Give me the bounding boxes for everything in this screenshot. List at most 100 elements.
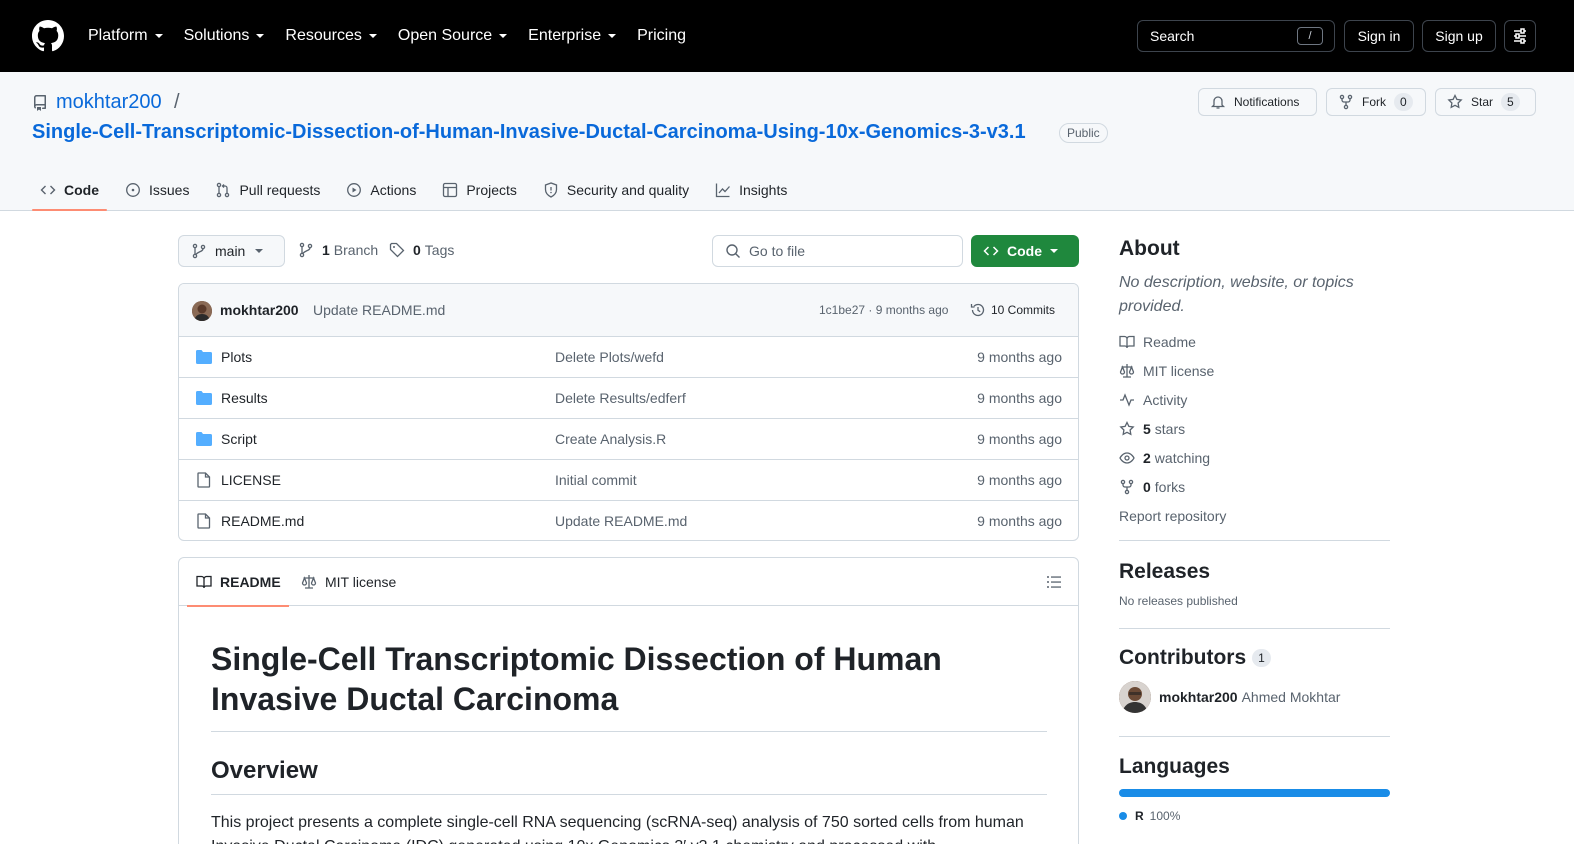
file-age: 9 months ago bbox=[977, 349, 1062, 365]
nav-label: Platform bbox=[88, 27, 148, 44]
watching-count: 2 bbox=[1143, 449, 1151, 466]
chevron-down-icon bbox=[1050, 249, 1058, 253]
nav-label: Pricing bbox=[637, 27, 686, 44]
shield-icon bbox=[544, 182, 558, 198]
sign-in-button[interactable]: Sign in bbox=[1344, 20, 1414, 52]
file-icon bbox=[197, 472, 211, 488]
nav-platform[interactable]: Platform bbox=[88, 24, 164, 48]
tab-pull-requests[interactable]: Pull requests bbox=[207, 170, 328, 210]
activity-link[interactable]: Activity bbox=[1119, 385, 1390, 414]
releases-heading[interactable]: Releases bbox=[1119, 560, 1390, 584]
file-name[interactable]: README.md bbox=[221, 513, 304, 529]
contributor-item[interactable]: mokhtar200 Ahmed Mokhtar bbox=[1119, 681, 1390, 713]
star-icon bbox=[1447, 94, 1463, 109]
branches-link[interactable]: 1 Branch bbox=[298, 242, 378, 258]
menu-button[interactable] bbox=[1504, 20, 1536, 52]
file-name[interactable]: LICENSE bbox=[221, 472, 281, 488]
file-row[interactable]: README.md Update README.md 9 months ago bbox=[179, 501, 1078, 540]
sidebar-divider bbox=[1119, 628, 1390, 629]
repo-name-link[interactable]: Single-Cell-Transcriptomic-Dissection-of… bbox=[32, 121, 1026, 144]
branch-selector[interactable]: main bbox=[178, 235, 285, 267]
forks-link[interactable]: 0 forks bbox=[1119, 472, 1390, 501]
fork-icon bbox=[1339, 94, 1353, 110]
tab-issues[interactable]: Issues bbox=[117, 170, 197, 210]
nav-open-source[interactable]: Open Source bbox=[398, 24, 508, 48]
sliders-icon bbox=[1514, 28, 1526, 44]
tab-actions[interactable]: Actions bbox=[338, 170, 424, 210]
tag-count: 0 bbox=[413, 242, 421, 258]
tab-readme[interactable]: README bbox=[187, 558, 289, 607]
go-to-file-input[interactable]: Go to file bbox=[712, 235, 963, 267]
report-repository-link[interactable]: Report repository bbox=[1119, 501, 1390, 530]
file-commit-message[interactable]: Initial commit bbox=[555, 472, 637, 488]
global-header: Platform Solutions Resources Open Source… bbox=[0, 0, 1574, 72]
tab-label: Issues bbox=[149, 182, 190, 198]
chevron-down-icon bbox=[608, 34, 617, 38]
sign-up-button[interactable]: Sign up bbox=[1422, 20, 1496, 52]
search-input[interactable]: Search / bbox=[1137, 20, 1335, 52]
stars-link[interactable]: 5 stars bbox=[1119, 414, 1390, 443]
tab-insights[interactable]: Insights bbox=[707, 170, 795, 210]
file-name[interactable]: Results bbox=[221, 390, 268, 406]
commit-author[interactable]: mokhtar200 bbox=[220, 302, 299, 318]
readme-content: Single-Cell Transcriptomic Dissection of… bbox=[179, 639, 1078, 844]
tab-code[interactable]: Code bbox=[32, 170, 107, 211]
branch-name: main bbox=[215, 243, 246, 259]
repo-header: mokhtar200 / Single-Cell-Transcriptomic-… bbox=[0, 72, 1574, 211]
graph-icon bbox=[715, 183, 731, 198]
search-icon bbox=[726, 244, 740, 258]
contributor-login[interactable]: mokhtar200 bbox=[1159, 689, 1238, 705]
contributors-heading[interactable]: Contributors 1 bbox=[1119, 646, 1390, 670]
nav-enterprise[interactable]: Enterprise bbox=[528, 24, 617, 48]
avatar[interactable] bbox=[192, 301, 212, 321]
tab-label: README bbox=[220, 574, 281, 590]
watchers-link[interactable]: 2 watching bbox=[1119, 443, 1390, 472]
file-row[interactable]: Results Delete Results/edferf 9 months a… bbox=[179, 378, 1078, 419]
file-row[interactable]: LICENSE Initial commit 9 months ago bbox=[179, 460, 1078, 501]
file-commit-message[interactable]: Delete Plots/wefd bbox=[555, 349, 664, 365]
file-age: 9 months ago bbox=[977, 390, 1062, 406]
nav-pricing[interactable]: Pricing bbox=[637, 24, 686, 48]
file-name[interactable]: Script bbox=[221, 431, 257, 447]
notifications-button[interactable]: Notifications bbox=[1198, 88, 1317, 116]
path-separator: / bbox=[174, 91, 180, 113]
nav-label: Resources bbox=[285, 27, 362, 44]
github-logo-icon[interactable] bbox=[32, 20, 64, 52]
nav-resources[interactable]: Resources bbox=[285, 24, 377, 48]
fork-button[interactable]: Fork 0 bbox=[1326, 88, 1426, 116]
language-item[interactable]: R 100% bbox=[1119, 809, 1390, 823]
file-age: 9 months ago bbox=[977, 513, 1062, 529]
table-icon bbox=[443, 182, 458, 198]
readme-panel: README MIT license Single-Cell Transcrip… bbox=[178, 557, 1079, 844]
repo-icon bbox=[34, 95, 46, 111]
readme-title: Single-Cell Transcriptomic Dissection of… bbox=[211, 639, 1047, 732]
avatar[interactable] bbox=[1119, 681, 1151, 713]
repo-owner-link[interactable]: mokhtar200 bbox=[56, 91, 162, 114]
file-row[interactable]: Plots Delete Plots/wefd 9 months ago bbox=[179, 337, 1078, 378]
file-row[interactable]: Script Create Analysis.R 9 months ago bbox=[179, 419, 1078, 460]
law-icon bbox=[301, 575, 317, 589]
code-download-button[interactable]: Code bbox=[971, 235, 1079, 267]
readme-tabs: README MIT license bbox=[179, 558, 1078, 607]
star-icon bbox=[1119, 420, 1135, 435]
tab-security[interactable]: Security and quality bbox=[535, 170, 697, 210]
tags-link[interactable]: 0 Tags bbox=[389, 242, 454, 258]
tab-projects[interactable]: Projects bbox=[434, 170, 525, 210]
nav-solutions[interactable]: Solutions bbox=[184, 24, 266, 48]
commit-sha-time[interactable]: 1c1be27 · 9 months ago bbox=[819, 303, 948, 317]
commit-message[interactable]: Update README.md bbox=[313, 302, 445, 318]
file-commit-message[interactable]: Delete Results/edferf bbox=[555, 390, 686, 406]
readme-link[interactable]: Readme bbox=[1119, 327, 1390, 356]
star-button[interactable]: Star 5 bbox=[1435, 88, 1536, 116]
file-commit-message[interactable]: Create Analysis.R bbox=[555, 431, 666, 447]
code-button-label: Code bbox=[1007, 243, 1042, 259]
file-commit-message[interactable]: Update README.md bbox=[555, 513, 687, 529]
file-name[interactable]: Plots bbox=[221, 349, 252, 365]
top-nav: Platform Solutions Resources Open Source… bbox=[88, 24, 706, 48]
commits-history-link[interactable]: 10 Commits bbox=[970, 302, 1055, 318]
chevron-down-icon bbox=[368, 34, 377, 38]
tab-license[interactable]: MIT license bbox=[301, 558, 396, 606]
notifications-label: Notifications bbox=[1234, 95, 1300, 109]
license-link[interactable]: MIT license bbox=[1119, 356, 1390, 385]
list-unordered-icon[interactable] bbox=[1046, 574, 1062, 590]
